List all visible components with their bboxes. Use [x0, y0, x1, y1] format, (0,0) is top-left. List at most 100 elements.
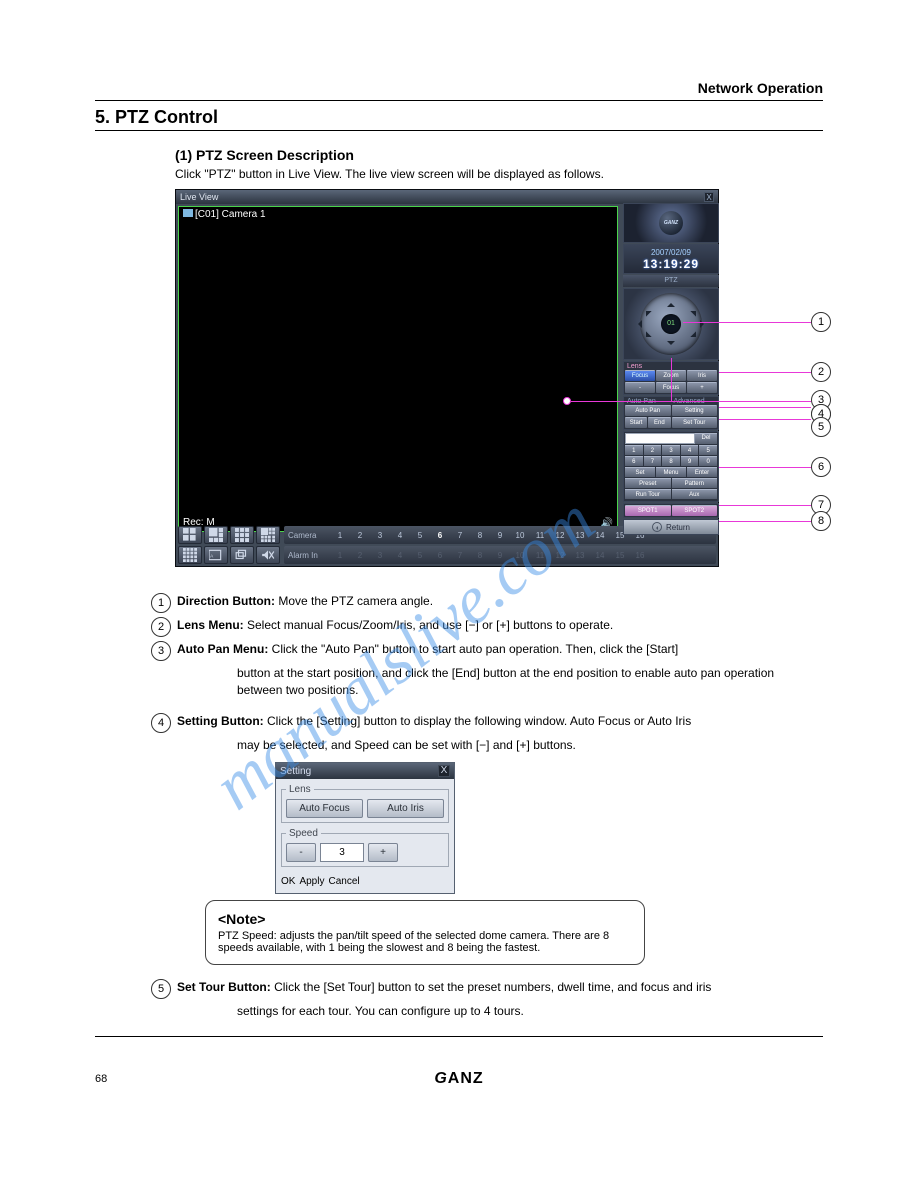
sequence-button[interactable] — [230, 546, 254, 564]
callout-line — [571, 401, 671, 402]
callout-circle-5: 5 — [811, 417, 831, 437]
setting-title: Setting — [280, 766, 311, 777]
autopan-end-button[interactable]: End — [648, 417, 670, 428]
plus-button[interactable]: + — [687, 382, 717, 393]
alarm-num[interactable]: 8 — [470, 551, 490, 560]
camera-num[interactable]: 6 — [430, 531, 450, 540]
minus-button[interactable]: - — [625, 382, 655, 393]
camera-num[interactable]: 1 — [330, 531, 350, 540]
return-button[interactable]: Return — [623, 519, 719, 535]
spot-panel: SPOT1 SPOT2 — [623, 503, 719, 518]
autopan-button[interactable]: Auto Pan — [625, 405, 671, 416]
cancel-button[interactable]: Cancel — [328, 876, 359, 887]
numpad-key[interactable]: 0 — [699, 456, 717, 466]
layout-3x3-button[interactable] — [230, 526, 254, 544]
numpad-key[interactable]: 7 — [644, 456, 662, 466]
pattern-key[interactable]: Pattern — [672, 478, 718, 488]
autopan-start-button[interactable]: Start — [625, 417, 647, 428]
ptz-hub[interactable]: 01 — [661, 314, 681, 334]
camera-num[interactable]: 12 — [550, 531, 570, 540]
callout-line — [719, 407, 811, 408]
numpad-key[interactable]: 3 — [662, 445, 680, 455]
numpad-key[interactable]: 2 — [644, 445, 662, 455]
alarm-num[interactable]: 11 — [530, 551, 550, 560]
callout-line — [671, 401, 811, 402]
camera-num[interactable]: 13 — [570, 531, 590, 540]
settour-button[interactable]: Set Tour — [672, 417, 718, 428]
live-view-screenshot: Live View X [C01] Camera 1 Rec: M 🔊 A — [175, 189, 895, 579]
numpad-key[interactable]: 6 — [625, 456, 643, 466]
arrow-left-icon[interactable] — [634, 320, 642, 328]
arrow-down-icon[interactable] — [667, 341, 675, 349]
numpad-key[interactable]: 9 — [681, 456, 699, 466]
alarm-num[interactable]: 1 — [330, 551, 350, 560]
setting-titlebar: Setting X — [276, 763, 454, 779]
spot1-button[interactable]: SPOT1 — [625, 505, 671, 516]
aux-key[interactable]: Aux — [672, 489, 718, 499]
legend-row-3c: between two positions. — [237, 682, 823, 699]
alarm-num[interactable]: 4 — [390, 551, 410, 560]
alarm-num[interactable]: 5 — [410, 551, 430, 560]
callout-line — [719, 372, 811, 373]
numpad-key[interactable]: 4 — [681, 445, 699, 455]
spot2-button[interactable]: SPOT2 — [672, 505, 718, 516]
auto-focus-button[interactable]: Auto Focus — [286, 799, 363, 818]
enter-key[interactable]: Enter — [687, 467, 717, 477]
alarm-num[interactable]: 7 — [450, 551, 470, 560]
close-icon[interactable]: X — [438, 765, 450, 777]
live-view-video[interactable]: [C01] Camera 1 Rec: M 🔊 — [178, 206, 618, 532]
camera-num[interactable]: 11 — [530, 531, 550, 540]
alarm-num[interactable]: 2 — [350, 551, 370, 560]
legend-row-3: 3 Auto Pan Menu: Click the "Auto Pan" bu… — [151, 641, 823, 661]
camera-num[interactable]: 10 — [510, 531, 530, 540]
layout-4x4-button[interactable] — [178, 546, 202, 564]
callout-line — [719, 521, 811, 522]
speed-value: 3 — [320, 843, 364, 862]
legend-row-4b: may be selected, and Speed can be set wi… — [237, 737, 823, 754]
camera-num[interactable]: 9 — [490, 531, 510, 540]
camera-num[interactable]: 14 — [590, 531, 610, 540]
alarm-num[interactable]: 9 — [490, 551, 510, 560]
numpad-key[interactable]: 8 — [662, 456, 680, 466]
numpad-del-button[interactable]: Del — [695, 433, 717, 444]
speed-plus-button[interactable]: + — [368, 843, 398, 862]
layout-1p5-button[interactable] — [204, 526, 228, 544]
speed-minus-button[interactable]: - — [286, 843, 316, 862]
iris-button[interactable]: Iris — [687, 370, 717, 381]
alarm-num[interactable]: 14 — [590, 551, 610, 560]
runtour-key[interactable]: Run Tour — [625, 489, 671, 499]
osd-button[interactable]: A — [204, 546, 228, 564]
layout-1p12-button[interactable] — [256, 526, 280, 544]
arrow-up-icon[interactable] — [667, 299, 675, 307]
mute-button[interactable] — [256, 546, 280, 564]
preset-key[interactable]: Preset — [625, 478, 671, 488]
numpad-key[interactable]: 1 — [625, 445, 643, 455]
alarm-num[interactable]: 13 — [570, 551, 590, 560]
header-right: Network Operation — [95, 80, 823, 96]
alarm-num[interactable]: 12 — [550, 551, 570, 560]
auto-iris-button[interactable]: Auto Iris — [367, 799, 444, 818]
apply-button[interactable]: Apply — [299, 876, 324, 887]
set-key[interactable]: Set — [625, 467, 655, 477]
close-icon[interactable]: X — [704, 192, 714, 202]
setting-button[interactable]: Setting — [672, 405, 718, 416]
svg-text:A: A — [210, 553, 214, 558]
return-icon — [652, 522, 662, 532]
alarm-num[interactable]: 10 — [510, 551, 530, 560]
camera-num[interactable]: 4 — [390, 531, 410, 540]
ptz-direction-pad[interactable]: 01 — [623, 288, 719, 360]
camera-num[interactable]: 8 — [470, 531, 490, 540]
callout-circle-1: 1 — [811, 312, 831, 332]
camera-num[interactable]: 5 — [410, 531, 430, 540]
numpad-key[interactable]: 5 — [699, 445, 717, 455]
focus-button[interactable]: Focus — [625, 370, 655, 381]
ok-button[interactable]: OK — [281, 876, 295, 887]
camera-num[interactable]: 7 — [450, 531, 470, 540]
camera-num[interactable]: 3 — [370, 531, 390, 540]
alarm-num[interactable]: 3 — [370, 551, 390, 560]
note-box-wrap: <Note> PTZ Speed: adjusts the pan/tilt s… — [205, 900, 823, 965]
menu-key[interactable]: Menu — [656, 467, 686, 477]
camera-num[interactable]: 2 — [350, 531, 370, 540]
alarm-num[interactable]: 6 — [430, 551, 450, 560]
layout-2x2-button[interactable] — [178, 526, 202, 544]
